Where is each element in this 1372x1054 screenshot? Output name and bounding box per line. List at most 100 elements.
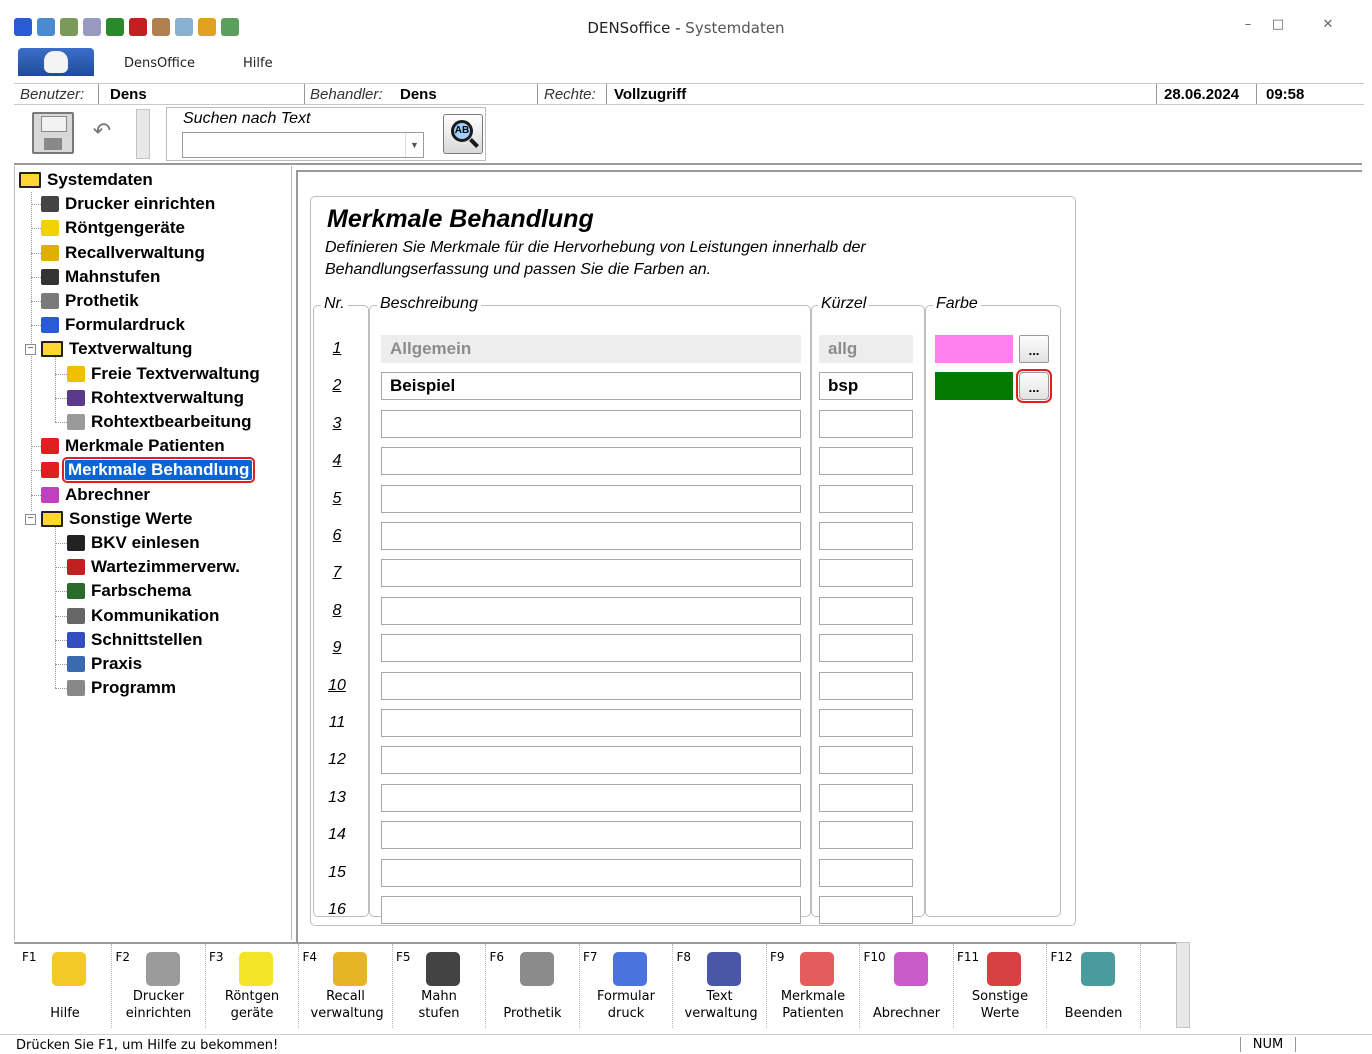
tree-item-handshake[interactable]: Rohtextbearbeitung	[67, 410, 252, 434]
fkey-f10-button[interactable]: F10 Abrechner	[860, 944, 954, 1028]
choose-color-button[interactable]: ...	[1019, 335, 1049, 363]
tree-item-house-folder[interactable]: Freie Textverwaltung	[67, 362, 260, 386]
tree-item-label: Farbschema	[91, 581, 192, 601]
fkey-f12-button[interactable]: F12 Beenden	[1047, 944, 1141, 1028]
tree-item-binder[interactable]: BKV einlesen	[67, 531, 200, 555]
tree-item-books[interactable]: Rohtextverwaltung	[67, 386, 244, 410]
choose-color-button[interactable]: ...	[1016, 369, 1052, 404]
tree-item-dots-2[interactable]: Abrechner	[41, 483, 150, 507]
tree-item-systemdaten[interactable]: Systemdaten	[19, 168, 153, 192]
tree-item-label: Programm	[91, 678, 177, 698]
tree-item-marker-0[interactable]: Merkmale Patienten	[41, 434, 225, 458]
tree-item-gears[interactable]: Programm	[67, 676, 176, 700]
close-button[interactable]: ✕	[1314, 14, 1342, 36]
tree-item-document[interactable]: Prothetik	[41, 289, 139, 313]
date-value: 28.06.2024	[1164, 86, 1240, 103]
row-number: 16	[328, 901, 346, 918]
abbreviation-input[interactable]	[819, 634, 913, 663]
tree-item-form[interactable]: Formulardruck	[41, 313, 185, 337]
description-input[interactable]	[381, 821, 801, 850]
description-input[interactable]	[381, 447, 801, 476]
user-value: Dens	[110, 86, 147, 103]
tree-item-printer[interactable]: Drucker einrichten	[41, 192, 215, 216]
abbreviation-input[interactable]	[819, 896, 913, 924]
abbreviation-input[interactable]	[819, 709, 913, 737]
abbreviation-input[interactable]	[819, 783, 913, 812]
tree-connector	[31, 325, 41, 327]
tree-item-merkmale-behandlung[interactable]: Merkmale Behandlung	[41, 457, 256, 484]
tree-item-radiation[interactable]: Röntgengeräte	[41, 216, 185, 240]
description-input[interactable]	[381, 559, 801, 588]
description-input[interactable]	[381, 709, 801, 737]
function-bar-grip[interactable]	[1176, 942, 1190, 1028]
search-input[interactable]: ▼	[182, 132, 424, 158]
save-icon[interactable]	[32, 112, 74, 154]
abbreviation-input[interactable]	[819, 522, 913, 550]
fkey-f1-button[interactable]: F1 Hilfe	[18, 944, 112, 1028]
menu-densoffice[interactable]: DensOffice	[124, 56, 195, 71]
description-input[interactable]: Beispiel	[381, 372, 801, 401]
maximize-button[interactable]: □	[1264, 14, 1292, 36]
tree-item-stairs[interactable]: Mahnstufen	[41, 265, 160, 289]
gears-icon	[67, 680, 85, 697]
toolbar-grip[interactable]	[136, 109, 150, 159]
collapse-textverwaltung-icon[interactable]: −	[25, 344, 36, 356]
tree-item-label: Systemdaten	[47, 170, 153, 189]
row-number: 14	[328, 826, 346, 844]
abbreviation-input[interactable]	[819, 484, 913, 513]
description-input[interactable]	[381, 634, 801, 663]
tree-connector	[31, 204, 41, 206]
fkey-f3-button[interactable]: F3 Röntgen geräte	[205, 944, 299, 1028]
fkey-f5-button[interactable]: F5 Mahn stufen	[392, 944, 486, 1028]
minimize-button[interactable]: –	[1234, 14, 1262, 36]
description-input[interactable]	[381, 746, 801, 775]
menu-hilfe[interactable]: Hilfe	[243, 56, 273, 71]
undo-icon[interactable]: ↶	[84, 119, 120, 149]
tree-item-textverwaltung[interactable]: Textverwaltung	[41, 337, 192, 361]
tree-connector	[55, 688, 67, 690]
abbreviation-input[interactable]: bsp	[819, 372, 913, 401]
fkey-label: Röntgen geräte	[224, 989, 280, 1021]
window-section: Systemdaten	[685, 19, 785, 37]
tree-item-color-bottles[interactable]: Farbschema	[67, 579, 191, 603]
abbreviation-input[interactable]	[819, 746, 913, 775]
row-number: 2	[332, 377, 342, 395]
description-input[interactable]	[381, 671, 801, 700]
description-input[interactable]	[381, 896, 801, 924]
description-input[interactable]	[381, 409, 801, 438]
abbreviation-input[interactable]	[819, 858, 913, 887]
description-input[interactable]	[381, 522, 801, 550]
fkey-f8-button[interactable]: F8 Text verwaltung	[673, 944, 767, 1028]
chevron-down-icon[interactable]: ▼	[405, 133, 423, 157]
tree-item-sonstige-werte[interactable]: Sonstige Werte	[41, 507, 192, 531]
tree-item-building[interactable]: Praxis	[67, 652, 142, 676]
abbreviation-input[interactable]	[819, 559, 913, 588]
fkey-f2-button[interactable]: F2 Drucker einrichten	[112, 944, 206, 1028]
description-input[interactable]	[381, 783, 801, 812]
description-input[interactable]	[381, 596, 801, 625]
abbreviation-input[interactable]	[819, 447, 913, 476]
search-button[interactable]: AB	[443, 114, 483, 154]
app-logo-icon[interactable]	[18, 48, 94, 76]
abbreviation-input[interactable]	[819, 409, 913, 438]
collapse-sonstige-icon[interactable]: −	[25, 513, 36, 525]
fkey-f11-button[interactable]: F11 Sonstige Werte	[953, 944, 1047, 1028]
tree-connector	[31, 446, 41, 448]
tree-item-interface[interactable]: Schnittstellen	[67, 628, 202, 652]
fkey-f6-button[interactable]: F6 Prothetik	[486, 944, 580, 1028]
fkey-f9-button[interactable]: F9 Merkmale Patienten	[766, 944, 860, 1028]
description-input[interactable]	[381, 858, 801, 887]
row-number: 12	[328, 751, 346, 769]
abbreviation-input[interactable]	[819, 671, 913, 700]
abbreviation-input[interactable]	[819, 821, 913, 850]
abbreviation-input[interactable]	[819, 596, 913, 625]
tree-item-waiting-room[interactable]: Wartezimmerverw.	[67, 555, 240, 579]
tree-item-communication[interactable]: Kommunikation	[67, 604, 219, 628]
fkey-f4-button[interactable]: F4 Recall verwaltung	[299, 944, 393, 1028]
help-icon	[52, 952, 86, 986]
fkey-f7-button[interactable]: F7 Formular druck	[579, 944, 673, 1028]
page-description: Definieren Sie Merkmale für die Hervorhe…	[325, 239, 866, 278]
tree-connector	[55, 422, 67, 423]
tree-item-bell[interactable]: Recallverwaltung	[41, 241, 205, 265]
description-input[interactable]	[381, 484, 801, 513]
